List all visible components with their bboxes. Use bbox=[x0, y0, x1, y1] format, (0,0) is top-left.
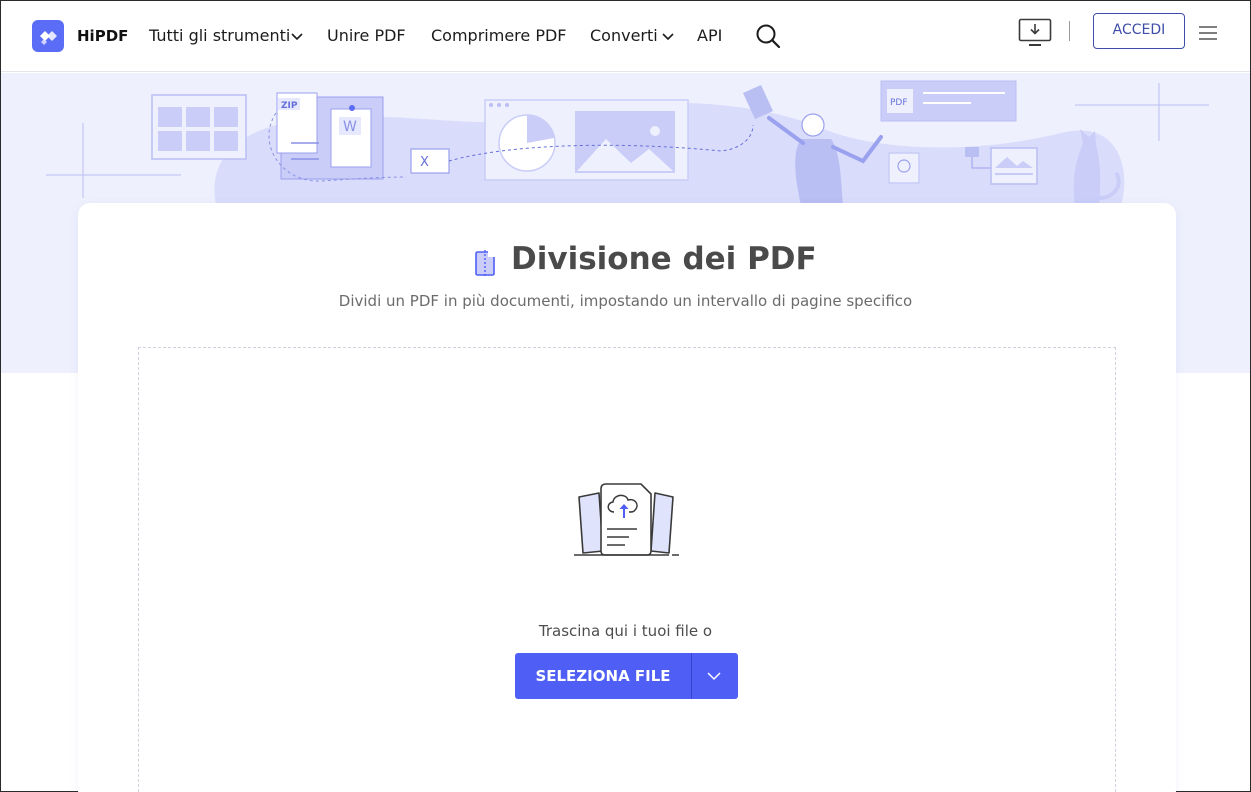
cloud-upload-document-icon bbox=[574, 483, 679, 556]
chevron-down-icon[interactable] bbox=[707, 671, 721, 681]
drop-instruction: Trascina qui i tuoi file o bbox=[538, 622, 713, 640]
page-subtitle: Dividi un PDF in più documenti, impostan… bbox=[338, 292, 913, 310]
nav-api[interactable]: API bbox=[697, 26, 722, 45]
select-file-button-group[interactable]: SELEZIONA FILE bbox=[515, 653, 738, 699]
login-button[interactable]: ACCEDI bbox=[1093, 13, 1185, 49]
pdf-label: PDF bbox=[890, 98, 908, 108]
word-label: W bbox=[343, 119, 357, 135]
file-dropzone[interactable] bbox=[138, 347, 1116, 792]
header-separator bbox=[1069, 21, 1070, 41]
nav-compress-pdf[interactable]: Comprimere PDF bbox=[431, 26, 566, 45]
excel-label: X bbox=[420, 155, 429, 170]
nav-merge-pdf[interactable]: Unire PDF bbox=[327, 26, 406, 45]
search-icon[interactable] bbox=[755, 23, 781, 49]
chevron-down-icon[interactable] bbox=[662, 33, 674, 41]
logo-mark-icon bbox=[40, 31, 57, 45]
select-file-button[interactable]: SELEZIONA FILE bbox=[515, 653, 691, 699]
nav-all-tools[interactable]: Tutti gli strumenti bbox=[149, 26, 290, 45]
zip-label: ZIP bbox=[281, 101, 298, 111]
hipdf-logo[interactable] bbox=[32, 20, 64, 52]
button-divider bbox=[691, 653, 692, 699]
brand-name[interactable]: HiPDF bbox=[77, 27, 128, 45]
hamburger-menu-icon[interactable] bbox=[1199, 25, 1217, 41]
page-title: Divisione dei PDF bbox=[511, 241, 817, 277]
hero-illustration: ZIP W X PDF bbox=[46, 80, 1209, 205]
nav-convert[interactable]: Converti bbox=[590, 26, 658, 45]
chevron-down-icon[interactable] bbox=[291, 33, 303, 41]
top-header: HiPDF Tutti gli strumenti Unire PDF Comp… bbox=[1, 1, 1250, 72]
split-pdf-icon bbox=[475, 249, 496, 276]
download-desktop-icon[interactable] bbox=[1018, 18, 1052, 48]
